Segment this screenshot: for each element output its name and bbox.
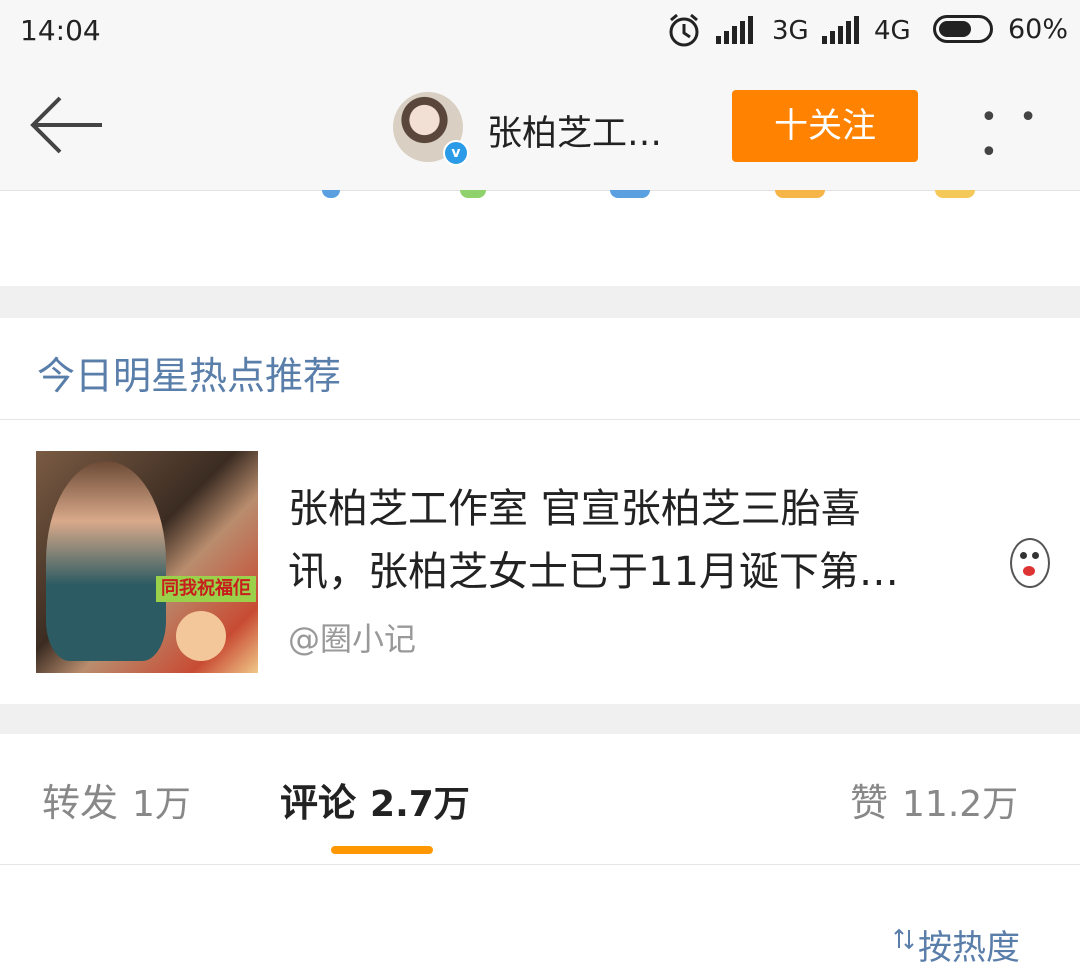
section-divider [0, 704, 1080, 734]
article-title-line: 讯，张柏芝女士已于11月诞下第… [288, 549, 899, 595]
signal-icon-2 [822, 16, 862, 44]
tab-label: 赞 [850, 781, 889, 825]
tab-count: 2.7万 [370, 784, 470, 825]
network-4g-label: 4G [874, 16, 911, 46]
divider-line [0, 419, 1080, 420]
sort-icon[interactable] [893, 928, 915, 950]
baby-emoji-icon [176, 611, 226, 661]
partial-icon [322, 190, 340, 198]
partial-icon [610, 190, 650, 198]
article-title-line: 张柏芝工作室 官宣张柏芝三胎喜 [288, 486, 861, 532]
tab-count: 11.2万 [902, 784, 1019, 825]
status-time: 14:04 [20, 14, 101, 47]
partial-icon [935, 190, 975, 198]
surprised-emoji-icon [1010, 538, 1050, 588]
alarm-icon [666, 12, 702, 52]
article-thumbnail[interactable]: 同我祝福佢 [36, 451, 258, 673]
article-title[interactable]: 张柏芝工作室 官宣张柏芝三胎喜 讯，张柏芝女士已于11月诞下第… [288, 478, 1048, 604]
battery-icon [933, 15, 993, 43]
status-bar [0, 0, 1080, 62]
signal-icon [716, 16, 756, 44]
partial-icon [460, 190, 486, 198]
tab-label: 评论 [280, 781, 357, 825]
thumb-caption: 同我祝福佢 [156, 576, 256, 602]
article-source[interactable]: @圈小记 [288, 614, 416, 660]
recommend-section-title: 今日明星热点推荐 [37, 354, 342, 398]
partial-icon [775, 190, 825, 198]
nav-title[interactable]: 张柏芝工… [487, 105, 662, 156]
active-tab-indicator [331, 846, 433, 854]
tab-comment[interactable]: 评论 2.7万 [280, 772, 470, 827]
battery-percent: 60% [1008, 14, 1069, 45]
section-divider [0, 286, 1080, 318]
tab-count: 1万 [132, 784, 191, 825]
tab-repost[interactable]: 转发 1万 [42, 772, 191, 827]
back-arrow-icon[interactable] [30, 95, 104, 155]
network-3g-label: 3G [772, 16, 809, 46]
more-icon[interactable]: • • • [980, 100, 1080, 170]
divider-line [0, 864, 1080, 865]
verified-badge-icon: v [443, 140, 469, 166]
sort-by-hot[interactable]: 按热度 [918, 920, 1020, 969]
tab-label: 转发 [42, 781, 119, 825]
follow-button[interactable]: 十关注 [732, 90, 918, 162]
tab-like[interactable]: 赞 11.2万 [850, 772, 1018, 827]
